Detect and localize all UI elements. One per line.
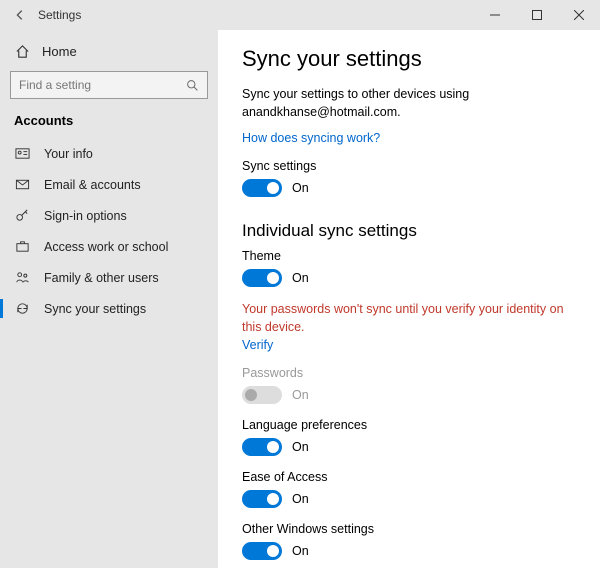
back-button[interactable] <box>8 8 32 22</box>
toggle-state: On <box>292 544 309 558</box>
sidebar-item-label: Your info <box>44 147 93 161</box>
person-card-icon <box>14 146 30 161</box>
passwords-label: Passwords <box>242 366 576 380</box>
home-icon <box>14 44 30 59</box>
toggle-state: On <box>292 492 309 506</box>
sidebar-item-email[interactable]: Email & accounts <box>0 169 218 200</box>
toggle-state: On <box>292 181 309 195</box>
sync-icon <box>14 301 30 316</box>
key-icon <box>14 208 30 223</box>
main-content: Sync your settings Sync your settings to… <box>218 30 600 568</box>
home-label: Home <box>42 44 77 59</box>
sidebar-home[interactable]: Home <box>0 38 218 65</box>
language-label: Language preferences <box>242 418 576 432</box>
intro-text: Sync your settings to other devices usin… <box>242 86 576 121</box>
sidebar-item-label: Sign-in options <box>44 209 127 223</box>
verify-link[interactable]: Verify <box>242 338 273 352</box>
theme-label: Theme <box>242 249 576 263</box>
ease-toggle[interactable] <box>242 490 282 508</box>
sync-settings-label: Sync settings <box>242 159 576 173</box>
sidebar-item-label: Sync your settings <box>44 302 146 316</box>
language-toggle[interactable] <box>242 438 282 456</box>
other-label: Other Windows settings <box>242 522 576 536</box>
maximize-button[interactable] <box>516 0 558 30</box>
other-toggle[interactable] <box>242 542 282 560</box>
sidebar-item-label: Access work or school <box>44 240 168 254</box>
sync-settings-toggle[interactable] <box>242 179 282 197</box>
sidebar-item-your-info[interactable]: Your info <box>0 138 218 169</box>
toggle-state: On <box>292 271 309 285</box>
sidebar-item-label: Family & other users <box>44 271 159 285</box>
sidebar-item-family[interactable]: Family & other users <box>0 262 218 293</box>
password-warning: Your passwords won't sync until you veri… <box>242 301 576 336</box>
sidebar-section-label: Accounts <box>0 109 218 138</box>
minimize-button[interactable] <box>474 0 516 30</box>
ease-label: Ease of Access <box>242 470 576 484</box>
theme-toggle[interactable] <box>242 269 282 287</box>
sidebar-item-sync[interactable]: Sync your settings <box>0 293 218 324</box>
toggle-state: On <box>292 440 309 454</box>
people-icon <box>14 270 30 285</box>
briefcase-icon <box>14 239 30 254</box>
search-box[interactable] <box>10 71 208 99</box>
page-heading: Sync your settings <box>242 46 576 72</box>
help-link[interactable]: How does syncing work? <box>242 131 576 145</box>
titlebar: Settings <box>0 0 600 30</box>
sidebar-item-signin[interactable]: Sign-in options <box>0 200 218 231</box>
sidebar-item-label: Email & accounts <box>44 178 141 192</box>
passwords-toggle <box>242 386 282 404</box>
sidebar: Home Accounts Your info Email & accounts <box>0 30 218 568</box>
close-button[interactable] <box>558 0 600 30</box>
app-title: Settings <box>32 8 81 22</box>
sidebar-item-work[interactable]: Access work or school <box>0 231 218 262</box>
search-input[interactable] <box>19 78 186 92</box>
search-icon <box>186 79 199 92</box>
sub-heading: Individual sync settings <box>242 221 576 241</box>
window-controls <box>474 0 600 30</box>
toggle-state: On <box>292 388 309 402</box>
mail-icon <box>14 177 30 192</box>
